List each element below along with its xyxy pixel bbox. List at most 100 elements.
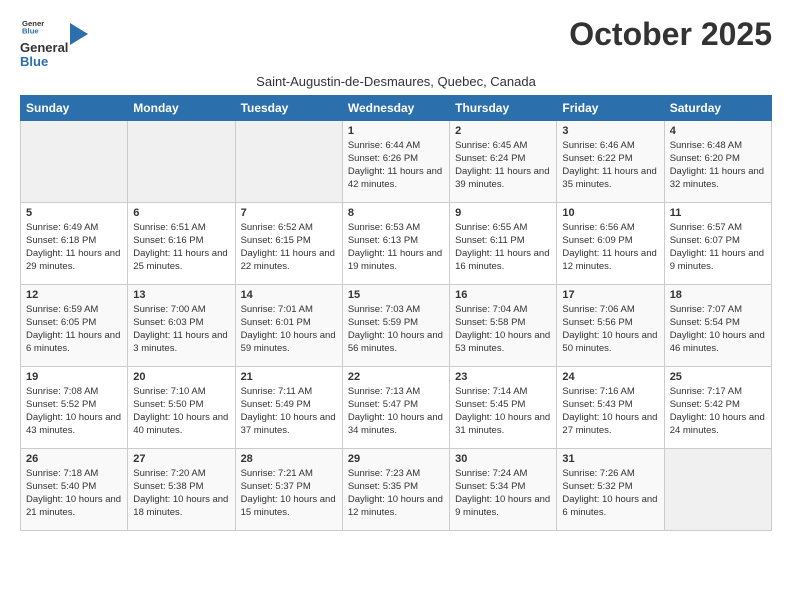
sunset-text: Sunset: 5:49 PM — [241, 399, 311, 410]
cell-1-5: 10 Sunrise: 6:56 AM Sunset: 6:09 PM Dayl… — [557, 202, 664, 284]
day-number: 30 — [455, 453, 551, 465]
day-number: 9 — [455, 207, 551, 219]
col-tuesday: Tuesday — [235, 95, 342, 120]
sunrise-text: Sunrise: 6:52 AM — [241, 222, 313, 233]
sunset-text: Sunset: 6:01 PM — [241, 317, 311, 328]
cell-content: Sunrise: 7:17 AM Sunset: 5:42 PM Dayligh… — [670, 385, 766, 438]
cell-3-1: 20 Sunrise: 7:10 AM Sunset: 5:50 PM Dayl… — [128, 366, 235, 448]
sunrise-text: Sunrise: 7:26 AM — [562, 468, 634, 479]
cell-content: Sunrise: 6:49 AM Sunset: 6:18 PM Dayligh… — [26, 221, 122, 274]
day-number: 25 — [670, 371, 766, 383]
daylight-text: Daylight: 11 hours and 39 minutes. — [455, 166, 549, 190]
cell-4-3: 29 Sunrise: 7:23 AM Sunset: 5:35 PM Dayl… — [342, 448, 449, 530]
cell-3-2: 21 Sunrise: 7:11 AM Sunset: 5:49 PM Dayl… — [235, 366, 342, 448]
day-number: 28 — [241, 453, 337, 465]
cell-content: Sunrise: 6:52 AM Sunset: 6:15 PM Dayligh… — [241, 221, 337, 274]
day-number: 16 — [455, 289, 551, 301]
col-sunday: Sunday — [21, 95, 128, 120]
daylight-text: Daylight: 10 hours and 50 minutes. — [562, 330, 657, 354]
cell-content: Sunrise: 7:20 AM Sunset: 5:38 PM Dayligh… — [133, 467, 229, 520]
day-number: 2 — [455, 125, 551, 137]
cell-content: Sunrise: 7:00 AM Sunset: 6:03 PM Dayligh… — [133, 303, 229, 356]
cell-content: Sunrise: 7:23 AM Sunset: 5:35 PM Dayligh… — [348, 467, 444, 520]
daylight-text: Daylight: 10 hours and 34 minutes. — [348, 412, 443, 436]
cell-2-5: 17 Sunrise: 7:06 AM Sunset: 5:56 PM Dayl… — [557, 284, 664, 366]
day-number: 23 — [455, 371, 551, 383]
day-number: 17 — [562, 289, 658, 301]
daylight-text: Daylight: 10 hours and 56 minutes. — [348, 330, 443, 354]
sunset-text: Sunset: 6:05 PM — [26, 317, 96, 328]
cell-content: Sunrise: 7:01 AM Sunset: 6:01 PM Dayligh… — [241, 303, 337, 356]
logo: General Blue General Blue — [20, 16, 88, 70]
day-number: 12 — [26, 289, 122, 301]
daylight-text: Daylight: 10 hours and 31 minutes. — [455, 412, 550, 436]
month-title: October 2025 — [569, 16, 772, 53]
sunrise-text: Sunrise: 7:18 AM — [26, 468, 98, 479]
col-friday: Friday — [557, 95, 664, 120]
day-number: 26 — [26, 453, 122, 465]
daylight-text: Daylight: 10 hours and 21 minutes. — [26, 494, 121, 518]
cell-0-2 — [235, 120, 342, 202]
daylight-text: Daylight: 10 hours and 27 minutes. — [562, 412, 657, 436]
cell-0-4: 2 Sunrise: 6:45 AM Sunset: 6:24 PM Dayli… — [450, 120, 557, 202]
logo-icon: General Blue — [22, 16, 44, 38]
week-row-1: 5 Sunrise: 6:49 AM Sunset: 6:18 PM Dayli… — [21, 202, 772, 284]
col-monday: Monday — [128, 95, 235, 120]
week-row-2: 12 Sunrise: 6:59 AM Sunset: 6:05 PM Dayl… — [21, 284, 772, 366]
cell-4-4: 30 Sunrise: 7:24 AM Sunset: 5:34 PM Dayl… — [450, 448, 557, 530]
cell-4-0: 26 Sunrise: 7:18 AM Sunset: 5:40 PM Dayl… — [21, 448, 128, 530]
sunrise-text: Sunrise: 6:59 AM — [26, 304, 98, 315]
sunset-text: Sunset: 5:56 PM — [562, 317, 632, 328]
sunrise-text: Sunrise: 7:00 AM — [133, 304, 205, 315]
sunset-text: Sunset: 6:13 PM — [348, 235, 418, 246]
sunrise-text: Sunrise: 7:16 AM — [562, 386, 634, 397]
daylight-text: Daylight: 10 hours and 15 minutes. — [241, 494, 336, 518]
cell-0-6: 4 Sunrise: 6:48 AM Sunset: 6:20 PM Dayli… — [664, 120, 771, 202]
cell-content: Sunrise: 6:44 AM Sunset: 6:26 PM Dayligh… — [348, 139, 444, 192]
daylight-text: Daylight: 10 hours and 43 minutes. — [26, 412, 121, 436]
logo-line2: Blue — [20, 54, 48, 69]
sunrise-text: Sunrise: 6:46 AM — [562, 140, 634, 151]
daylight-text: Daylight: 10 hours and 6 minutes. — [562, 494, 657, 518]
cell-content: Sunrise: 6:55 AM Sunset: 6:11 PM Dayligh… — [455, 221, 551, 274]
sunrise-text: Sunrise: 7:17 AM — [670, 386, 742, 397]
cell-content: Sunrise: 6:59 AM Sunset: 6:05 PM Dayligh… — [26, 303, 122, 356]
cell-content: Sunrise: 6:46 AM Sunset: 6:22 PM Dayligh… — [562, 139, 658, 192]
sunset-text: Sunset: 5:54 PM — [670, 317, 740, 328]
sunrise-text: Sunrise: 6:44 AM — [348, 140, 420, 151]
daylight-text: Daylight: 10 hours and 12 minutes. — [348, 494, 443, 518]
sunrise-text: Sunrise: 7:06 AM — [562, 304, 634, 315]
page: General Blue General Blue October 2025 S… — [0, 0, 792, 541]
cell-content: Sunrise: 7:18 AM Sunset: 5:40 PM Dayligh… — [26, 467, 122, 520]
cell-content: Sunrise: 7:21 AM Sunset: 5:37 PM Dayligh… — [241, 467, 337, 520]
sunrise-text: Sunrise: 7:10 AM — [133, 386, 205, 397]
sunrise-text: Sunrise: 7:20 AM — [133, 468, 205, 479]
cell-2-6: 18 Sunrise: 7:07 AM Sunset: 5:54 PM Dayl… — [664, 284, 771, 366]
daylight-text: Daylight: 11 hours and 6 minutes. — [26, 330, 120, 354]
sunrise-text: Sunrise: 6:49 AM — [26, 222, 98, 233]
cell-content: Sunrise: 7:26 AM Sunset: 5:32 PM Dayligh… — [562, 467, 658, 520]
cell-0-1 — [128, 120, 235, 202]
cell-2-4: 16 Sunrise: 7:04 AM Sunset: 5:58 PM Dayl… — [450, 284, 557, 366]
cell-1-1: 6 Sunrise: 6:51 AM Sunset: 6:16 PM Dayli… — [128, 202, 235, 284]
sunset-text: Sunset: 6:03 PM — [133, 317, 203, 328]
daylight-text: Daylight: 11 hours and 16 minutes. — [455, 248, 549, 272]
cell-content: Sunrise: 7:10 AM Sunset: 5:50 PM Dayligh… — [133, 385, 229, 438]
daylight-text: Daylight: 10 hours and 40 minutes. — [133, 412, 228, 436]
day-number: 27 — [133, 453, 229, 465]
sunrise-text: Sunrise: 6:45 AM — [455, 140, 527, 151]
day-number: 1 — [348, 125, 444, 137]
cell-3-6: 25 Sunrise: 7:17 AM Sunset: 5:42 PM Dayl… — [664, 366, 771, 448]
sunrise-text: Sunrise: 6:51 AM — [133, 222, 205, 233]
cell-1-2: 7 Sunrise: 6:52 AM Sunset: 6:15 PM Dayli… — [235, 202, 342, 284]
cell-0-3: 1 Sunrise: 6:44 AM Sunset: 6:26 PM Dayli… — [342, 120, 449, 202]
sunset-text: Sunset: 6:09 PM — [562, 235, 632, 246]
cell-4-1: 27 Sunrise: 7:20 AM Sunset: 5:38 PM Dayl… — [128, 448, 235, 530]
cell-3-4: 23 Sunrise: 7:14 AM Sunset: 5:45 PM Dayl… — [450, 366, 557, 448]
cell-content: Sunrise: 7:11 AM Sunset: 5:49 PM Dayligh… — [241, 385, 337, 438]
sunset-text: Sunset: 5:42 PM — [670, 399, 740, 410]
sunrise-text: Sunrise: 6:57 AM — [670, 222, 742, 233]
cell-content: Sunrise: 7:08 AM Sunset: 5:52 PM Dayligh… — [26, 385, 122, 438]
day-number: 4 — [670, 125, 766, 137]
sunrise-text: Sunrise: 7:07 AM — [670, 304, 742, 315]
